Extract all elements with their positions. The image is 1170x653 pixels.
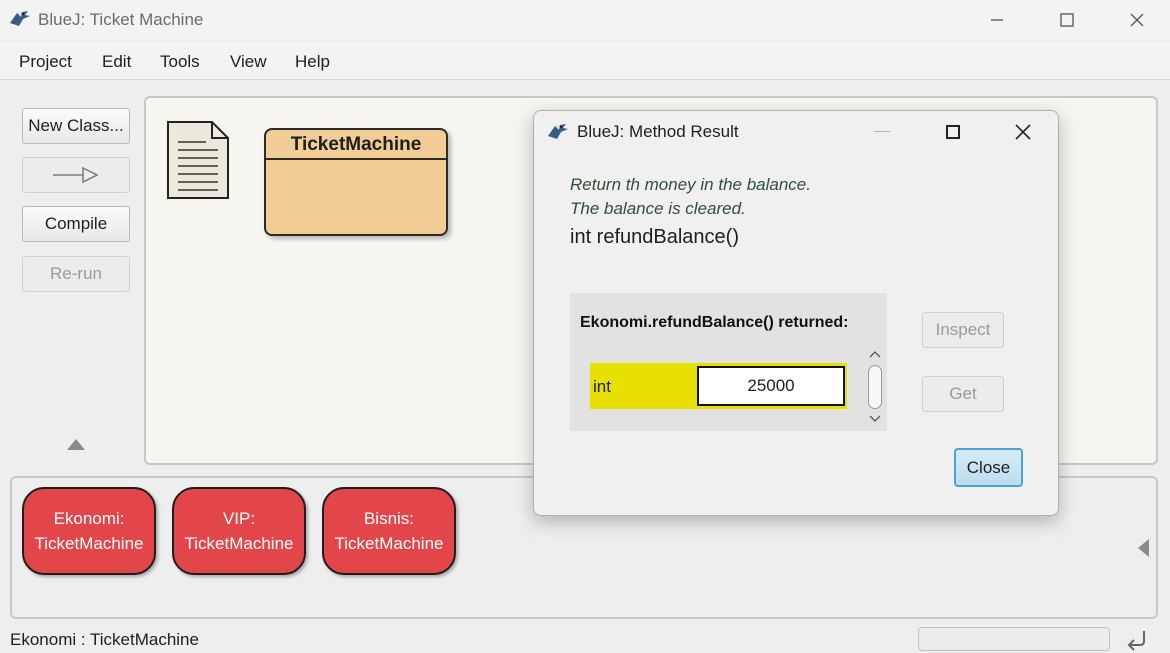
bluej-bird-icon: [548, 124, 568, 139]
object-name: Ekonomi:: [53, 509, 125, 528]
result-type: int: [593, 377, 611, 396]
menu-help[interactable]: Help: [295, 52, 330, 72]
scroll-up-icon[interactable]: [869, 349, 881, 359]
object-type: TicketMachine: [334, 534, 444, 553]
bluej-bird-icon: [10, 11, 30, 26]
inspect-button[interactable]: Inspect: [922, 312, 1004, 348]
method-comment-line1: Return th money in the balance.: [570, 175, 811, 194]
minimize-button[interactable]: [962, 0, 1032, 40]
object-ekonomi[interactable]: Ekonomi: TicketMachine: [22, 487, 156, 575]
result-value: 25000: [697, 366, 845, 406]
scrollbar-thumb[interactable]: [868, 365, 882, 409]
menu-tools[interactable]: Tools: [160, 52, 200, 72]
object-vip[interactable]: VIP: TicketMachine: [172, 487, 306, 575]
dialog-minimize-icon[interactable]: [874, 131, 890, 132]
close-icon: [1130, 13, 1144, 27]
class-ticketmachine[interactable]: TicketMachine: [264, 128, 448, 236]
object-type: TicketMachine: [184, 534, 294, 553]
scroll-down-icon[interactable]: [869, 414, 881, 424]
readme-document-icon[interactable]: [166, 120, 230, 200]
method-comment-line2: The balance is cleared.: [570, 199, 746, 218]
compile-button[interactable]: Compile: [22, 206, 130, 242]
minimize-icon: [991, 19, 1003, 21]
dialog-title: BlueJ: Method Result: [577, 122, 739, 141]
status-text: Ekonomi : TicketMachine: [10, 630, 199, 649]
menu-bar: Project Edit Tools View Help: [0, 42, 1170, 80]
rerun-button[interactable]: Re-run: [22, 256, 130, 292]
result-label: Ekonomi.refundBalance() returned:: [580, 314, 849, 331]
object-type: TicketMachine: [34, 534, 144, 553]
progress-bar: [918, 627, 1110, 651]
new-class-button[interactable]: New Class...: [22, 108, 130, 144]
expand-left-icon[interactable]: [1138, 539, 1149, 557]
menu-edit[interactable]: Edit: [102, 52, 131, 72]
title-bar: BlueJ: Ticket Machine: [0, 0, 1170, 40]
dialog-close-icon[interactable]: [1014, 123, 1032, 141]
collapse-up-icon[interactable]: [67, 439, 85, 450]
maximize-button[interactable]: [1032, 0, 1102, 40]
maximize-icon: [1060, 13, 1074, 27]
dialog-maximize-icon[interactable]: [946, 125, 960, 139]
window-title: BlueJ: Ticket Machine: [38, 10, 204, 29]
close-button[interactable]: Close: [954, 448, 1023, 487]
arrow-right-icon: [53, 166, 99, 184]
object-bisnis[interactable]: Bisnis: TicketMachine: [322, 487, 456, 575]
object-name: Bisnis:: [363, 509, 415, 528]
result-panel: Ekonomi.refundBalance() returned: int 25…: [570, 293, 887, 431]
get-button[interactable]: Get: [922, 376, 1004, 412]
method-signature: int refundBalance(): [570, 226, 739, 248]
class-name: TicketMachine: [266, 130, 446, 160]
new-arrow-button[interactable]: [22, 157, 130, 193]
object-name: VIP:: [222, 509, 256, 528]
reset-machine-icon[interactable]: [1124, 627, 1150, 651]
method-result-dialog: BlueJ: Method Result Return th money in …: [533, 110, 1059, 516]
close-window-button[interactable]: [1102, 0, 1170, 40]
menu-view[interactable]: View: [230, 52, 267, 72]
result-row[interactable]: int 25000: [590, 363, 847, 409]
menu-project[interactable]: Project: [19, 52, 72, 72]
